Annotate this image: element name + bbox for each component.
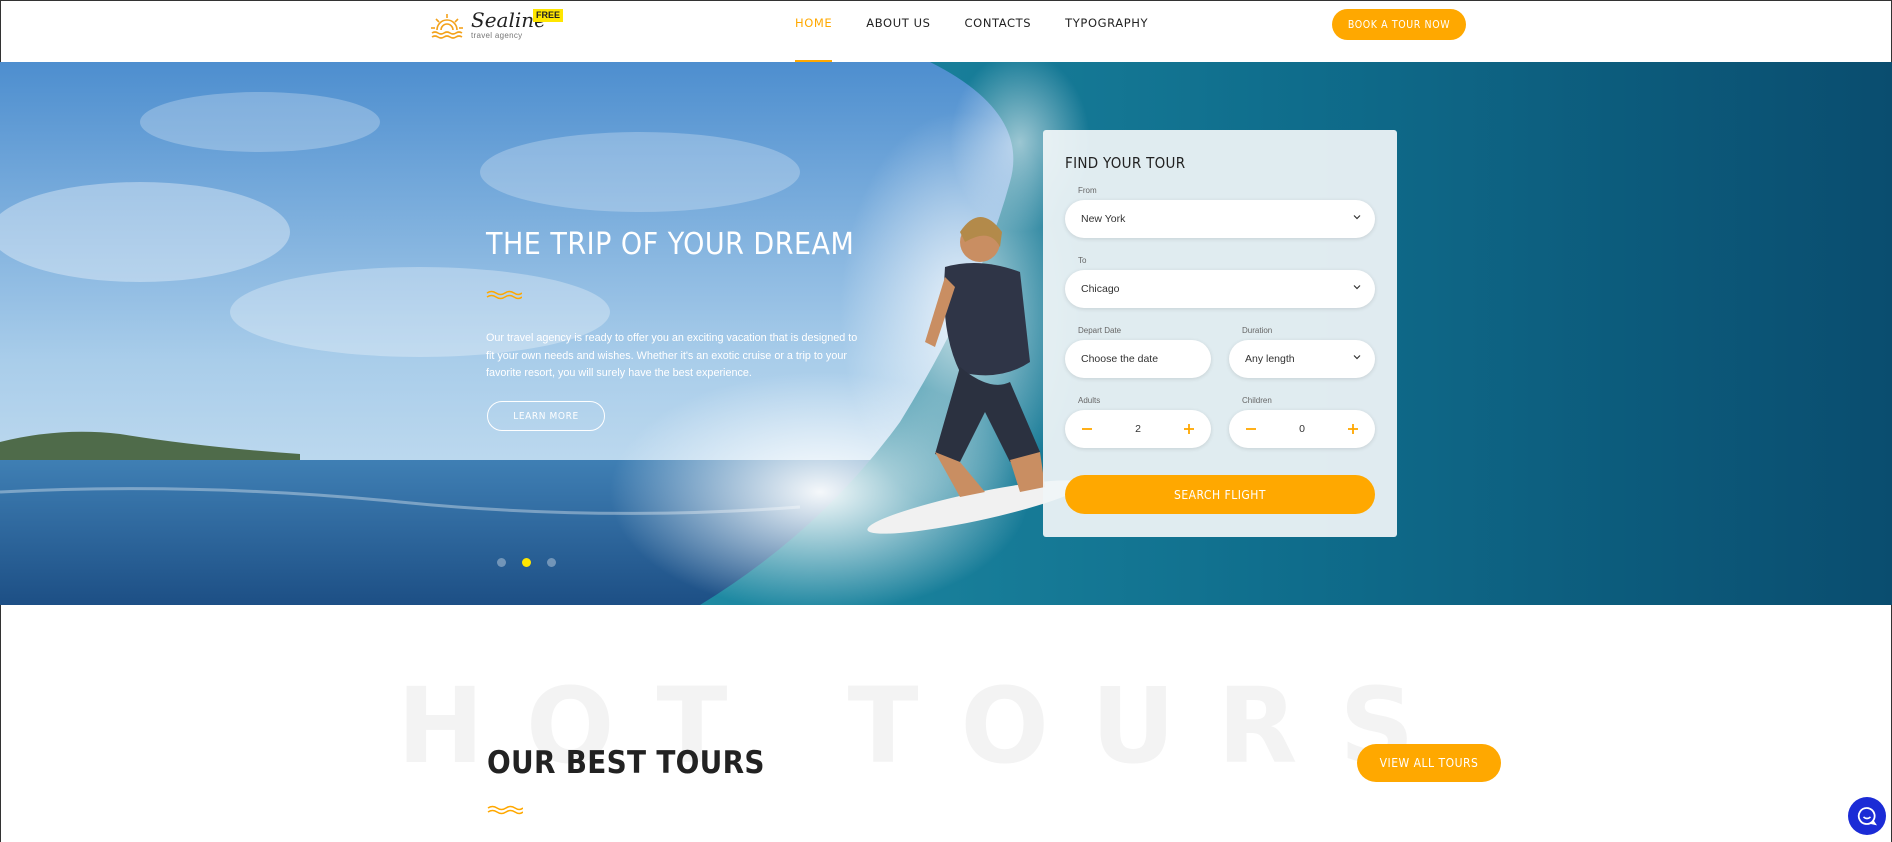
minus-icon	[1246, 428, 1256, 430]
duration-select[interactable]: Any length	[1229, 340, 1375, 378]
to-value: Chicago	[1081, 283, 1120, 295]
plus-icon	[1184, 424, 1194, 434]
depart-date-placeholder: Choose the date	[1081, 353, 1159, 365]
logo-badge: FREE	[533, 9, 564, 22]
from-value: New York	[1081, 213, 1126, 225]
from-select[interactable]: New York	[1065, 200, 1375, 238]
hero-title: THE TRIP OF YOUR DREAM	[486, 227, 855, 262]
view-all-tours-button[interactable]: VIEW ALL TOURS	[1357, 744, 1501, 782]
chevron-down-icon	[1353, 355, 1361, 360]
form-title: FIND YOUR TOUR	[1065, 154, 1186, 172]
chat-icon	[1857, 807, 1877, 826]
hero-slider: THE TRIP OF YOUR DREAM Our travel agency…	[0, 62, 1892, 605]
slider-dot-1[interactable]	[497, 558, 506, 567]
plus-icon	[1348, 424, 1358, 434]
children-label: Children	[1242, 396, 1272, 405]
chevron-down-icon	[1353, 285, 1361, 290]
duration-label: Duration	[1242, 326, 1273, 335]
depart-date-label: Depart Date	[1078, 326, 1122, 335]
adults-value[interactable]: 2	[1105, 410, 1171, 448]
children-stepper: 0	[1229, 410, 1375, 448]
slider-dots	[497, 558, 556, 567]
best-tours-section: HOT TOURS OUR BEST TOURS VIEW ALL TOURS	[0, 605, 1892, 842]
adults-stepper: 2	[1065, 410, 1211, 448]
minus-icon	[1082, 428, 1092, 430]
children-plus-button[interactable]	[1335, 410, 1371, 448]
main-nav: HOME ABOUT US CONTACTS TYPOGRAPHY	[795, 1, 1182, 63]
hero-description: Our travel agency is ready to offer you …	[486, 332, 858, 379]
sun-logo-icon	[431, 14, 463, 39]
depart-date-field[interactable]: Choose the date	[1065, 340, 1211, 378]
find-tour-form: FIND YOUR TOUR From New York To Chicago …	[1043, 130, 1397, 537]
to-label: To	[1078, 256, 1087, 265]
learn-more-button[interactable]: LEARN MORE	[487, 401, 605, 431]
from-label: From	[1078, 186, 1097, 195]
hero-background-image	[0, 62, 1892, 605]
to-select[interactable]: Chicago	[1065, 270, 1375, 308]
adults-minus-button[interactable]	[1069, 410, 1105, 448]
nav-typography[interactable]: TYPOGRAPHY	[1065, 1, 1148, 63]
search-flight-button[interactable]: SEARCH FLIGHT	[1065, 475, 1375, 514]
duration-value: Any length	[1245, 353, 1295, 365]
wave-divider-icon	[487, 805, 523, 815]
book-tour-button[interactable]: BOOK A TOUR NOW	[1332, 9, 1466, 40]
slider-dot-3[interactable]	[547, 558, 556, 567]
site-header: Sealine travel agency FREE HOME ABOUT US…	[0, 0, 1892, 63]
children-value[interactable]: 0	[1269, 410, 1335, 448]
adults-plus-button[interactable]	[1171, 410, 1207, 448]
slider-dot-2[interactable]	[522, 558, 531, 567]
nav-contacts[interactable]: CONTACTS	[965, 1, 1032, 63]
nav-home[interactable]: HOME	[795, 1, 833, 63]
chevron-down-icon	[1353, 215, 1361, 220]
wave-divider-icon	[486, 290, 522, 300]
children-minus-button[interactable]	[1233, 410, 1269, 448]
logo-tagline: travel agency	[471, 31, 523, 40]
chat-widget-button[interactable]	[1848, 797, 1886, 835]
section-title: OUR BEST TOURS	[487, 745, 765, 781]
logo[interactable]: Sealine travel agency	[429, 9, 546, 41]
adults-label: Adults	[1078, 396, 1101, 405]
nav-about-us[interactable]: ABOUT US	[866, 1, 930, 63]
